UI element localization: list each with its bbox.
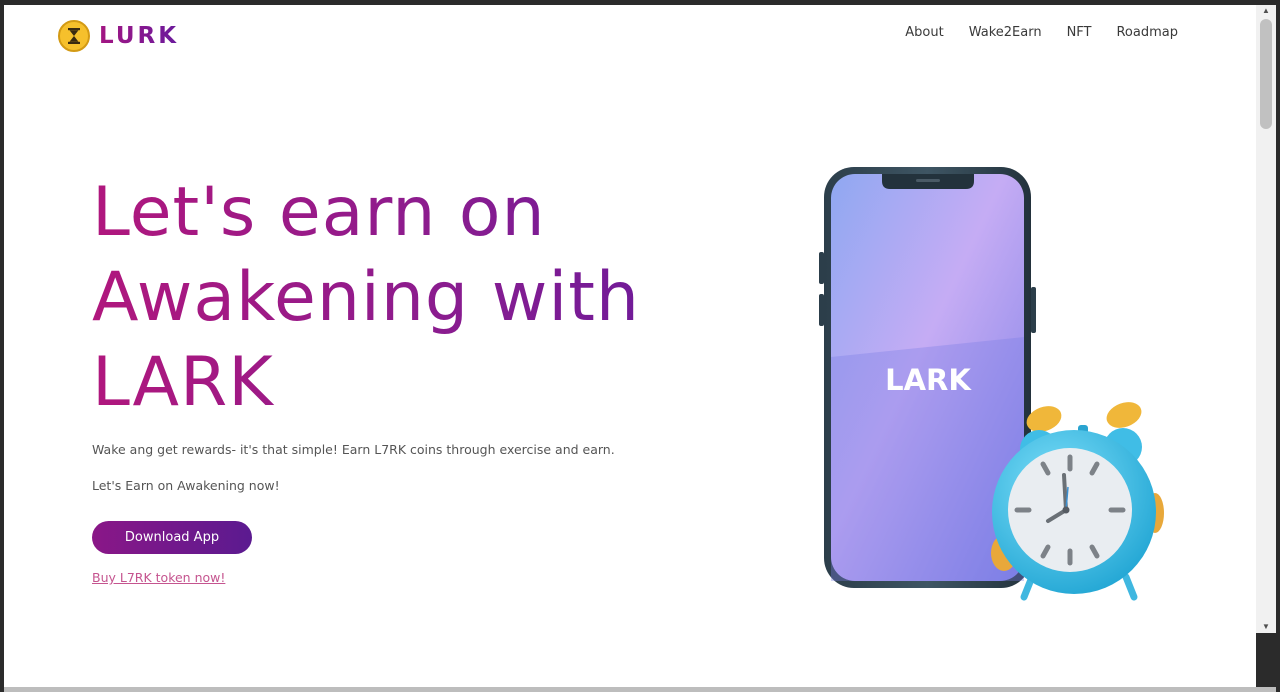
hourglass-icon bbox=[58, 20, 90, 52]
phone-screen-label: LARK bbox=[885, 363, 972, 397]
hero-title-line: Awakening with bbox=[92, 258, 640, 337]
scroll-down-arrow-icon[interactable]: ▼ bbox=[1256, 621, 1276, 633]
browser-viewport: LURK About Wake2Earn NFT Roadmap Let's e… bbox=[4, 5, 1256, 687]
brand-name: LURK bbox=[99, 23, 180, 49]
page-scrollbar[interactable]: ▲ ▼ bbox=[1256, 5, 1276, 633]
scrollbar-thumb[interactable] bbox=[1260, 19, 1272, 129]
main-nav: About Wake2Earn NFT Roadmap bbox=[905, 25, 1178, 40]
hero-title: Let's earn on Awakening with LARK bbox=[92, 170, 732, 425]
buy-token-link[interactable]: Buy L7RK token now! bbox=[92, 570, 225, 585]
download-app-button[interactable]: Download App bbox=[92, 521, 252, 554]
window-bottom-edge bbox=[4, 687, 1276, 692]
hero-description: Wake ang get rewards- it's that simple! … bbox=[92, 442, 615, 457]
hero-title-line: Let's earn on bbox=[92, 173, 546, 252]
nav-about[interactable]: About bbox=[905, 25, 943, 40]
hero-title-line: LARK bbox=[92, 343, 274, 422]
scroll-up-arrow-icon[interactable]: ▲ bbox=[1256, 5, 1276, 17]
hero-subtext: Let's Earn on Awakening now! bbox=[92, 478, 280, 493]
phone-clock-illustration: LARK bbox=[819, 167, 1164, 601]
nav-roadmap[interactable]: Roadmap bbox=[1116, 25, 1178, 40]
brand-logo[interactable]: LURK bbox=[58, 20, 179, 52]
nav-nft[interactable]: NFT bbox=[1067, 25, 1092, 40]
nav-wake2earn[interactable]: Wake2Earn bbox=[969, 25, 1042, 40]
